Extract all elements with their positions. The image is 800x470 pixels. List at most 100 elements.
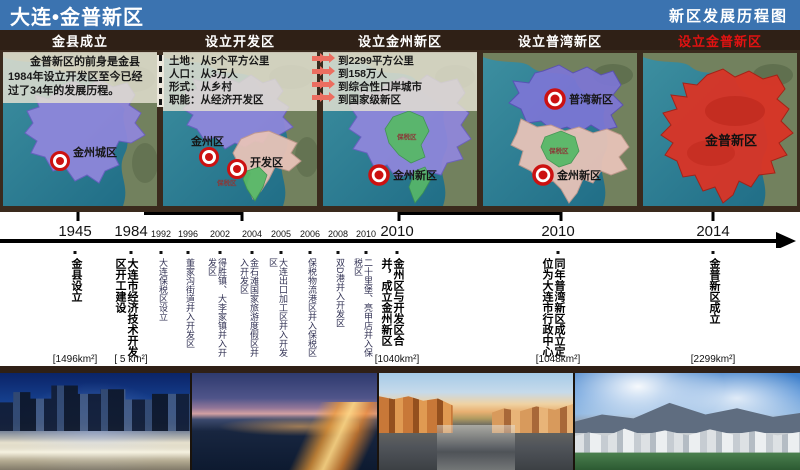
timeline-dot (74, 251, 77, 254)
map-pin (201, 149, 218, 166)
coastal-dusk-photo (192, 373, 377, 470)
night-city-photo (0, 373, 190, 470)
area-label: [1048km²] (536, 354, 580, 365)
arrows-left (321, 56, 329, 108)
timeline-year: 1984 (114, 223, 147, 240)
panel-jinzhou-new-area: 保税区 金州新区 到2299平方公里 到158万人 到综合性口岸城市 到国家级新… (320, 50, 480, 212)
svg-text:金州新区: 金州新区 (556, 168, 601, 182)
timeline-dot (219, 251, 222, 254)
timeline-year: 1945 (58, 223, 91, 240)
timeline-dot (309, 251, 312, 254)
note-line: 职能：从经济开发区 (169, 94, 303, 107)
arrows-right (312, 56, 320, 108)
timeline-year: 2010 (541, 223, 574, 240)
map-pin (534, 166, 552, 184)
right-arrow-icon (312, 56, 320, 61)
timeline-event-text: 二十里堡、亮甲店并入保税区 (353, 258, 373, 362)
timeline-tick (712, 212, 715, 221)
timeline-event-text: 保税物流港区并入保税区 (307, 258, 317, 362)
timeline-dot (187, 251, 190, 254)
timeline-event-text: 大连保税区设立 (158, 258, 168, 362)
note-line: 到综合性口岸城市 (338, 81, 473, 94)
timeline-year: 2008 (328, 229, 348, 239)
photo-detail (575, 453, 800, 470)
stage-header-row: 金县成立 设立开发区 设立金州新区 设立普湾新区 设立金普新区 (0, 30, 800, 50)
svg-text:保税区: 保税区 (548, 146, 569, 155)
panel-puwan: 普湾新区 保税区 金州新区 (480, 50, 640, 212)
timeline-event-text: 金州区与开发区合并，成立金州新区 (380, 258, 404, 362)
timeline-year: 2002 (210, 229, 230, 239)
timeline-dot (130, 251, 133, 254)
photo-detail (575, 394, 800, 433)
infographic-root: 大连•金普新区 新区发展历程图 金县成立 设立开发区 设立金州新区 设立普湾新区… (0, 0, 800, 470)
panel-jinpu: 金普新区 (640, 50, 800, 212)
svg-text:金州新区: 金州新区 (392, 168, 437, 182)
photo-detail (0, 439, 190, 470)
map-pin (52, 153, 69, 170)
timeline-event-text: 大连出口加工区并入开发区 (268, 258, 288, 362)
note-line: 到2299平方公里 (338, 55, 473, 68)
timeline-year: 2010 (380, 223, 413, 240)
timeline-tick (77, 212, 80, 221)
right-arrow-icon (321, 69, 329, 74)
timeline-year: 2005 (271, 229, 291, 239)
sunset-avenue-photo (379, 373, 573, 470)
timeline-event-text: 得胜镇、大李家镇并入开发区 (207, 258, 227, 362)
timeline-year: 2010 (356, 229, 376, 239)
timeline-year: 1992 (151, 229, 171, 239)
timeline-event-text: 董家沟街道并入开发区 (185, 258, 195, 362)
svg-text:金普新区: 金普新区 (704, 133, 757, 148)
note-line: 形式：从乡村 (169, 81, 303, 94)
timeline-dot (251, 251, 254, 254)
map-puwan: 普湾新区 保税区 金州新区 (483, 53, 637, 206)
timeline-events: 金县设立[1496km²]大连市经济技术开发区开工建设[ 5 km²]大连保税区… (0, 248, 800, 366)
right-arrow-icon (321, 82, 329, 87)
timeline-dot (160, 251, 163, 254)
right-arrow-icon (312, 82, 320, 87)
timeline-event-text: 金普新区成立 (708, 258, 720, 362)
timeline-year: 2004 (242, 229, 262, 239)
photo-strip (0, 373, 800, 470)
timeline-dot (396, 251, 399, 254)
right-arrow-icon (321, 56, 329, 61)
photo-detail (437, 425, 515, 470)
map-pin (229, 161, 246, 178)
svg-text:金州区: 金州区 (190, 134, 224, 148)
svg-text:开发区: 开发区 (250, 155, 283, 169)
stage-title-puwan: 设立普湾新区 (480, 30, 640, 50)
dashed-divider (157, 55, 164, 107)
city-panorama-photo (575, 373, 800, 470)
note-kaifaqu: 土地：从5个平方公里 人口：从3万人 形式：从乡村 职能：从经济开发区 (163, 52, 317, 111)
svg-text:保税区: 保税区 (396, 132, 417, 141)
right-arrow-icon (321, 95, 329, 100)
note-line: 人口：从3万人 (169, 68, 303, 81)
timeline-dot (557, 251, 560, 254)
map-pin (370, 166, 388, 184)
timeline-dot (365, 251, 368, 254)
timeline-band: 1945 1984 1992 1996 2002 2004 2005 2006 2008 2010… (0, 212, 800, 248)
stage-title-jinzhou: 设立金州新区 (320, 30, 480, 50)
timeline-bracket (144, 212, 242, 215)
top-title-bar: 大连•金普新区 新区发展历程图 (0, 0, 800, 30)
timeline-dot (712, 251, 715, 254)
svg-text:金州城区: 金州城区 (72, 145, 117, 159)
photo-detail (266, 402, 377, 470)
area-label: [1040km²] (375, 354, 419, 365)
timeline-year: 2014 (696, 223, 729, 240)
note-line: 土地：从5个平方公里 (169, 55, 303, 68)
timeline-year: 2006 (300, 229, 320, 239)
separator-strip (0, 366, 800, 373)
timeline-event-text: 同年普湾新区成立定位为大连市行政中心 (541, 258, 565, 362)
area-label: [1496km²] (53, 354, 97, 365)
map-panels: 金州城区 金普新区的前身是金县1984年设立开发区至今已经过了34年的发展历程。 (0, 50, 800, 212)
right-arrow-icon (312, 69, 320, 74)
svg-text:保税区: 保税区 (216, 178, 237, 187)
timeline-year: 1996 (178, 229, 198, 239)
timeline-bracket (399, 212, 561, 215)
note-jinzhou-new-area: 到2299平方公里 到158万人 到综合性口岸城市 到国家级新区 (323, 52, 477, 111)
area-label: [2299km²] (691, 354, 735, 365)
timeline-event-text: 金石滩国家旅游度假区并入开发区 (239, 258, 259, 362)
map-pin (546, 90, 564, 108)
panel-jinxian: 金州城区 金普新区的前身是金县1984年设立开发区至今已经过了34年的发展历程。 (0, 50, 160, 212)
stage-title-kaifaqu: 设立开发区 (160, 30, 320, 50)
